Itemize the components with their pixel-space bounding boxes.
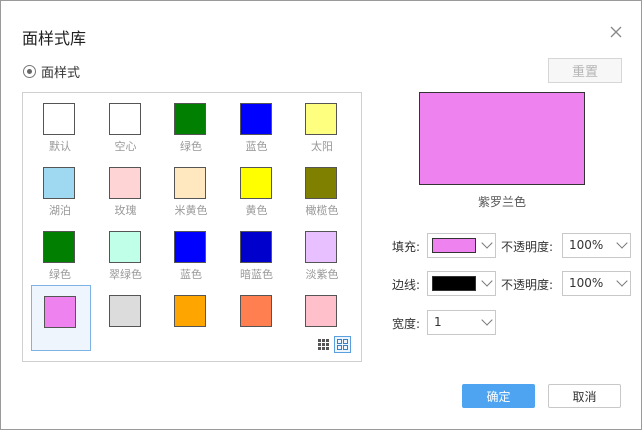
swatch-item[interactable]: 湖泊	[31, 157, 89, 221]
swatch-color	[174, 167, 206, 199]
large-grid-icon[interactable]	[334, 336, 351, 353]
swatch-label: 默认	[49, 140, 71, 153]
chevron-down-icon	[616, 275, 628, 287]
swatch-color	[108, 231, 141, 263]
swatch-color	[239, 295, 272, 327]
swatch-label: 橄榄色	[305, 204, 339, 217]
swatch-color	[108, 103, 141, 135]
chevron-down-icon	[481, 275, 493, 287]
width-select[interactable]: 1	[427, 310, 496, 335]
width-value: 1	[434, 315, 442, 329]
swatch-item[interactable]: 绿色	[31, 221, 89, 285]
border-opacity-select[interactable]: 100%	[562, 271, 631, 296]
chevron-down-icon	[616, 237, 628, 249]
border-opacity-label: 不透明度:	[501, 278, 554, 292]
width-label: 宽度:	[392, 317, 421, 331]
radio-label: 面样式	[41, 66, 81, 81]
preview-label: 紫罗兰色	[477, 195, 526, 209]
swatch-color	[108, 295, 141, 327]
swatch-color	[174, 103, 206, 135]
swatch-item[interactable]: 太阳	[293, 93, 351, 157]
fill-opacity-select[interactable]: 100%	[562, 233, 631, 258]
swatch-item[interactable]: 玫瑰	[97, 157, 155, 221]
swatch-item[interactable]: 蓝色	[228, 93, 286, 157]
swatch-color	[305, 167, 337, 199]
fill-opacity-label: 不透明度:	[501, 240, 554, 254]
swatch-label: 淡紫色	[305, 268, 339, 281]
swatch-color	[43, 167, 75, 199]
swatch-color	[239, 231, 272, 263]
swatch-item[interactable]: 蓝色	[162, 221, 220, 285]
swatch-color	[305, 295, 337, 327]
chevron-down-icon	[481, 237, 493, 249]
swatch-label: 绿色	[49, 268, 71, 281]
fill-label: 填充:	[392, 240, 421, 254]
swatch-label: 翠绿色	[109, 268, 142, 281]
swatch-color	[305, 103, 337, 135]
style-radio[interactable]: 面样式	[23, 62, 80, 81]
swatch-item[interactable]: 淡紫色	[293, 221, 351, 285]
reset-button[interactable]: 重置	[548, 58, 622, 83]
fill-color-chip	[432, 238, 476, 253]
ok-button[interactable]: 确定	[462, 384, 535, 408]
swatch-item[interactable]: 橄榄色	[293, 157, 351, 221]
swatch-label: 空心	[114, 140, 137, 153]
border-color-picker[interactable]	[427, 271, 496, 296]
swatch-item[interactable]	[162, 285, 220, 349]
swatch-label: 玫瑰	[114, 204, 137, 217]
view-toggle	[315, 336, 351, 353]
small-grid-icon[interactable]	[315, 336, 332, 353]
fill-color-picker[interactable]	[427, 233, 496, 258]
swatch-item[interactable]: 空心	[97, 93, 155, 157]
swatch-label: 蓝色	[245, 140, 268, 153]
swatch-color	[174, 295, 206, 327]
swatch-color	[44, 296, 76, 328]
swatch-color	[239, 103, 272, 135]
swatch-label: 绿色	[180, 140, 202, 153]
swatch-color	[108, 167, 141, 199]
border-label: 边线:	[392, 278, 421, 292]
preview-swatch	[419, 92, 585, 185]
border-opacity-value: 100%	[569, 276, 604, 290]
radio-checked-icon[interactable]	[23, 65, 36, 78]
swatch-item[interactable]	[97, 285, 155, 349]
swatch-color	[305, 231, 337, 263]
swatch-label: 湖泊	[49, 204, 71, 217]
swatch-item[interactable]: 默认	[31, 93, 89, 157]
swatch-item[interactable]: 绿色	[162, 93, 220, 157]
cancel-button[interactable]: 取消	[548, 384, 621, 408]
swatch-color	[43, 231, 75, 263]
swatch-color	[239, 167, 272, 199]
swatch-label: 米黄色	[174, 204, 208, 217]
border-color-chip	[432, 276, 476, 291]
swatch-label: 暗蓝色	[240, 268, 273, 281]
fill-opacity-value: 100%	[569, 238, 604, 252]
style-library-dialog: 面样式库 面样式 重置 默认 空心 绿色 蓝色 太阳 湖泊 玫瑰 米黄色 黄色 橄榄色 绿色 翠绿色蓝…	[0, 0, 642, 430]
swatch-item[interactable]: 暗蓝色	[228, 221, 286, 285]
swatch-color	[174, 231, 206, 263]
swatch-grid: 默认 空心 绿色 蓝色 太阳 湖泊 玫瑰 米黄色 黄色 橄榄色 绿色 翠绿色 蓝色 暗蓝色 淡紫色	[22, 92, 362, 362]
close-icon[interactable]	[607, 23, 627, 43]
swatch-item[interactable]: 米黄色	[162, 157, 220, 221]
swatch-label: 太阳	[311, 140, 333, 153]
swatch-item[interactable]	[228, 285, 286, 349]
swatch-item[interactable]: 黄色	[228, 157, 286, 221]
swatch-color	[43, 103, 75, 135]
swatch-item[interactable]	[31, 285, 91, 351]
swatch-label: 黄色	[245, 204, 268, 217]
chevron-down-icon	[481, 314, 493, 326]
swatch-item[interactable]: 翠绿色	[97, 221, 155, 285]
dialog-title: 面样式库	[22, 29, 87, 48]
swatch-label: 蓝色	[180, 268, 202, 281]
